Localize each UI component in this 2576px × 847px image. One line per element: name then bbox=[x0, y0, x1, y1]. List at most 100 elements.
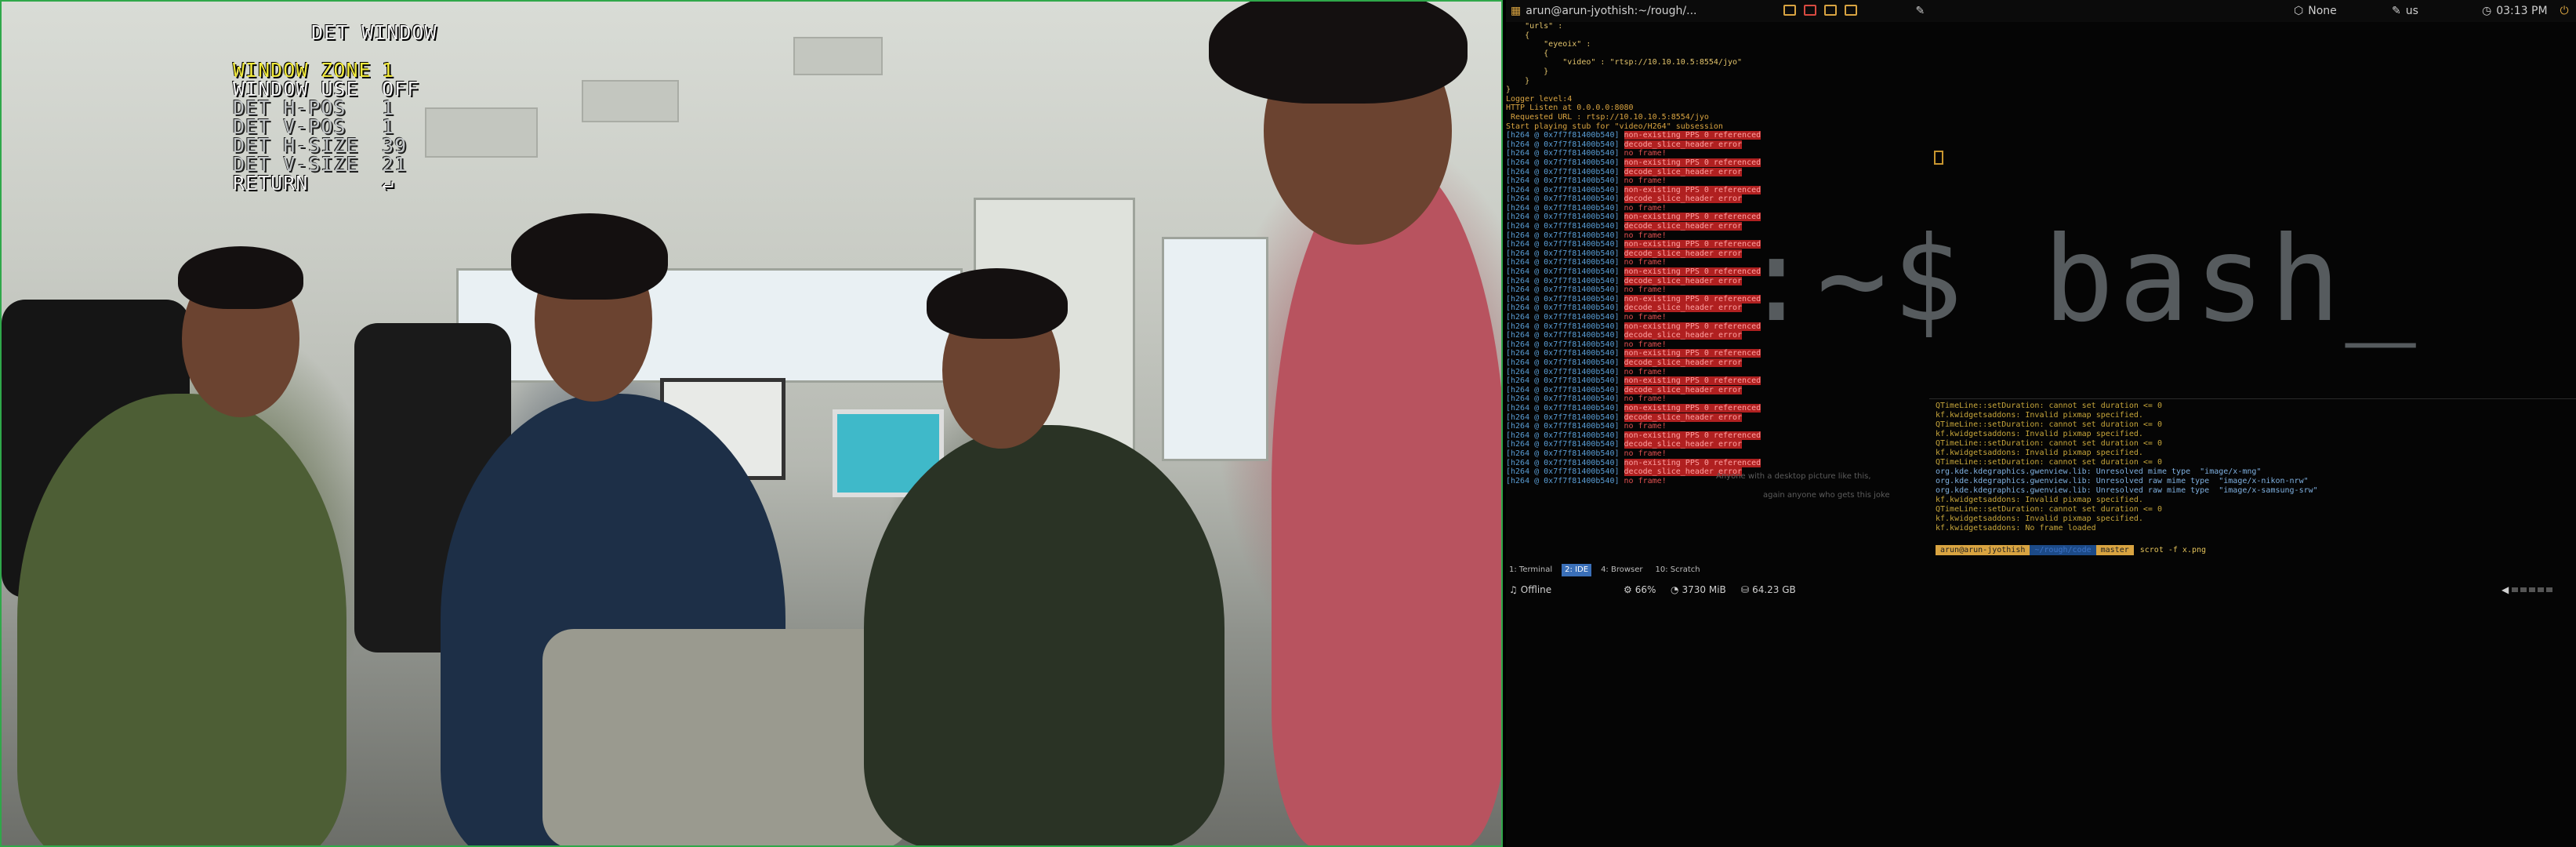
qt-log-line: QTimeLine::setDuration: cannot set durat… bbox=[1936, 420, 2162, 429]
top-panel: ▦ arun@arun-jyothish:~/rough/... ✎ ⬡ Non… bbox=[1506, 0, 2576, 22]
linux-desktop: ▦ arun@arun-jyothish:~/rough/... ✎ ⬡ Non… bbox=[1506, 0, 2576, 847]
osd-title: DET WINDOW bbox=[311, 21, 437, 44]
person-1 bbox=[17, 394, 346, 845]
h264-error-line: [h264 @ 0x7f7f81400b540] decode_slice_he… bbox=[1506, 413, 1743, 422]
h264-error-line: [h264 @ 0x7f7f81400b540] non-existing PP… bbox=[1506, 458, 1761, 467]
keyboard-indicator[interactable]: ✎ us bbox=[2392, 5, 2418, 17]
qt-log-line: kf.kwidgetsaddons: Invalid pixmap specif… bbox=[1936, 411, 2143, 420]
config-line: } bbox=[1506, 67, 1549, 76]
window-title[interactable]: arun@arun-jyothish:~/rough/... bbox=[1526, 5, 1696, 17]
power-icon[interactable]: ⏻ bbox=[2560, 5, 2569, 17]
music-note-icon: ♫ bbox=[1509, 584, 1518, 595]
h264-error-line: [h264 @ 0x7f7f81400b540] decode_slice_he… bbox=[1506, 440, 1743, 449]
person-2-hair bbox=[511, 213, 668, 300]
tray-record-icon[interactable] bbox=[1803, 5, 1816, 16]
ceiling-vent bbox=[582, 80, 679, 122]
osd-row-return[interactable]: RETURN ↵ bbox=[233, 172, 437, 194]
window-grid-icon: ▦ bbox=[1511, 5, 1522, 17]
disk-icon: ⛁ bbox=[1741, 584, 1750, 595]
return-icon: ↵ bbox=[382, 172, 395, 194]
tray-display-icon[interactable] bbox=[1844, 5, 1857, 16]
log-line: Logger level:4 bbox=[1506, 94, 1573, 104]
qt-log-line: org.kde.kdegraphics.gwenview.lib: Unreso… bbox=[1936, 486, 2318, 495]
qt-log-output: QTimeLine::setDuration: cannot set durat… bbox=[1936, 402, 2318, 533]
tray-monitor-icon[interactable] bbox=[1823, 5, 1837, 16]
h264-error-line: [h264 @ 0x7f7f81400b540] no frame! bbox=[1506, 449, 1667, 458]
config-line: "urls" : bbox=[1506, 22, 1563, 31]
config-line: } bbox=[1506, 85, 1511, 95]
h264-error-line: [h264 @ 0x7f7f81400b540] decode_slice_he… bbox=[1506, 358, 1743, 367]
h264-error-line: [h264 @ 0x7f7f81400b540] no frame! bbox=[1506, 367, 1667, 376]
h264-error-line: [h264 @ 0x7f7f81400b540] no frame! bbox=[1506, 176, 1667, 186]
tray-folder-icon[interactable] bbox=[1783, 5, 1796, 16]
osd-row-det-v-size[interactable]: DET V-SIZE 21 bbox=[233, 154, 437, 174]
h264-error-line: [h264 @ 0x7f7f81400b540] no frame! bbox=[1506, 422, 1667, 431]
h264-error-line: [h264 @ 0x7f7f81400b540] non-existing PP… bbox=[1506, 349, 1761, 358]
qt-log-line: QTimeLine::setDuration: cannot set durat… bbox=[1936, 505, 2162, 514]
config-line: } bbox=[1506, 76, 1530, 85]
volume-bars bbox=[2512, 587, 2553, 592]
qt-log-line: kf.kwidgetsaddons: Invalid pixmap specif… bbox=[1936, 430, 2143, 438]
person-2-trousers bbox=[542, 629, 911, 845]
network-cube-icon: ⬡ bbox=[2294, 5, 2304, 17]
volume-status[interactable]: ◀ bbox=[2502, 584, 2553, 595]
qt-log-line: org.kde.kdegraphics.gwenview.lib: Unreso… bbox=[1936, 477, 2309, 485]
person-1-hair bbox=[178, 246, 303, 309]
workspace-tab[interactable]: 10: Scratch bbox=[1653, 564, 1703, 576]
ceiling-vent bbox=[425, 107, 538, 158]
qt-log-line: QTimeLine::setDuration: cannot set durat… bbox=[1936, 439, 2162, 448]
clock[interactable]: ◷ 03:13 PM ⏻ bbox=[2482, 5, 2569, 17]
qt-log-line: kf.kwidgetsaddons: No frame loaded bbox=[1936, 524, 2096, 533]
office-window bbox=[1162, 237, 1268, 461]
keyboard-pen-icon: ✎ bbox=[2392, 5, 2401, 17]
clock-icon: ◷ bbox=[2482, 5, 2492, 17]
cpu-status: ⚙ 66% bbox=[1624, 584, 1656, 595]
text-cursor-icon bbox=[1934, 151, 1943, 165]
bash-wallpaper-text: :~$ bash_ bbox=[1741, 212, 2421, 348]
camera-video-feed: DET WINDOW WINDOW ZONE 1 WINDOW USE OFF DE… bbox=[0, 0, 1503, 847]
camera-osd-menu: DET WINDOW WINDOW ZONE 1 WINDOW USE OFF DE… bbox=[233, 21, 437, 194]
workspace-tab[interactable]: 4: Browser bbox=[1598, 564, 1645, 576]
speaker-icon: ◀ bbox=[2502, 584, 2509, 595]
person-4 bbox=[1272, 158, 1501, 845]
cpu-icon: ⚙ bbox=[1624, 584, 1632, 595]
workspace-tab[interactable]: 1: Terminal bbox=[1506, 564, 1555, 576]
qt-log-line: kf.kwidgetsaddons: Invalid pixmap specif… bbox=[1936, 514, 2143, 523]
h264-error-line: [h264 @ 0x7f7f81400b540] decode_slice_he… bbox=[1506, 167, 1743, 176]
h264-error-line: [h264 @ 0x7f7f81400b540] decode_slice_he… bbox=[1506, 140, 1743, 149]
memory-status: ◔ 3730 MiB bbox=[1671, 584, 1726, 595]
network-indicator[interactable]: ⬡ None bbox=[2294, 5, 2337, 17]
log-line: HTTP Listen at 0.0.0.0:8080 bbox=[1506, 104, 1634, 113]
prompt-git-branch: master bbox=[2095, 545, 2134, 555]
status-bar: ♫ Offline ⚙ 66% ◔ 3730 MiB ⛁ 64.23 GB ◀ bbox=[1506, 582, 2576, 599]
prompt-command: scrot -f x.png bbox=[2139, 546, 2207, 554]
workspace-tab[interactable]: 2: IDE bbox=[1562, 564, 1592, 576]
h264-error-line: [h264 @ 0x7f7f81400b540] non-existing PP… bbox=[1506, 431, 1761, 440]
person-3 bbox=[864, 425, 1225, 845]
qt-log-line: QTimeLine::setDuration: cannot set durat… bbox=[1936, 458, 2162, 467]
memory-icon: ◔ bbox=[1671, 584, 1679, 595]
h264-error-line: [h264 @ 0x7f7f81400b540] non-existing PP… bbox=[1506, 185, 1761, 194]
h264-error-line: [h264 @ 0x7f7f81400b540] non-existing PP… bbox=[1506, 131, 1761, 140]
prompt-user: arun@arun-jyothish bbox=[1936, 545, 2030, 555]
person-3-hair bbox=[927, 268, 1068, 339]
qt-log-line: QTimeLine::setDuration: cannot set durat… bbox=[1936, 402, 2162, 410]
h264-error-line: [h264 @ 0x7f7f81400b540] no frame! bbox=[1506, 394, 1667, 404]
h264-error-line: [h264 @ 0x7f7f81400b540] non-existing PP… bbox=[1506, 158, 1761, 167]
h264-error-line: [h264 @ 0x7f7f81400b540] decode_slice_he… bbox=[1506, 194, 1743, 204]
pane-divider bbox=[1929, 398, 2576, 399]
prompt-path: ~/rough/code bbox=[2030, 545, 2096, 555]
workspace-tabs: 1: Terminal 2: IDE 4: Browser 10: Scratch bbox=[1506, 564, 1703, 576]
config-line: { bbox=[1506, 31, 1530, 40]
qt-log-line: org.kde.kdegraphics.gwenview.lib: Unreso… bbox=[1936, 467, 2262, 476]
music-status[interactable]: ♫ Offline bbox=[1509, 584, 1551, 595]
tray-pen-icon[interactable]: ✎ bbox=[1916, 5, 1925, 17]
h264-error-line: [h264 @ 0x7f7f81400b540] no frame! bbox=[1506, 149, 1667, 158]
config-line: "eyeoix" : bbox=[1506, 40, 1591, 49]
wallpaper-caption: Anyone with a desktop picture like this,… bbox=[1716, 472, 1890, 500]
config-line: { bbox=[1506, 49, 1549, 58]
qt-log-line: kf.kwidgetsaddons: Invalid pixmap specif… bbox=[1936, 449, 2143, 457]
person-4-hair bbox=[1209, 2, 1468, 104]
shell-prompt[interactable]: arun@arun-jyothish ~/rough/code master s… bbox=[1936, 545, 2206, 555]
h264-error-line: [h264 @ 0x7f7f81400b540] decode_slice_he… bbox=[1506, 385, 1743, 394]
